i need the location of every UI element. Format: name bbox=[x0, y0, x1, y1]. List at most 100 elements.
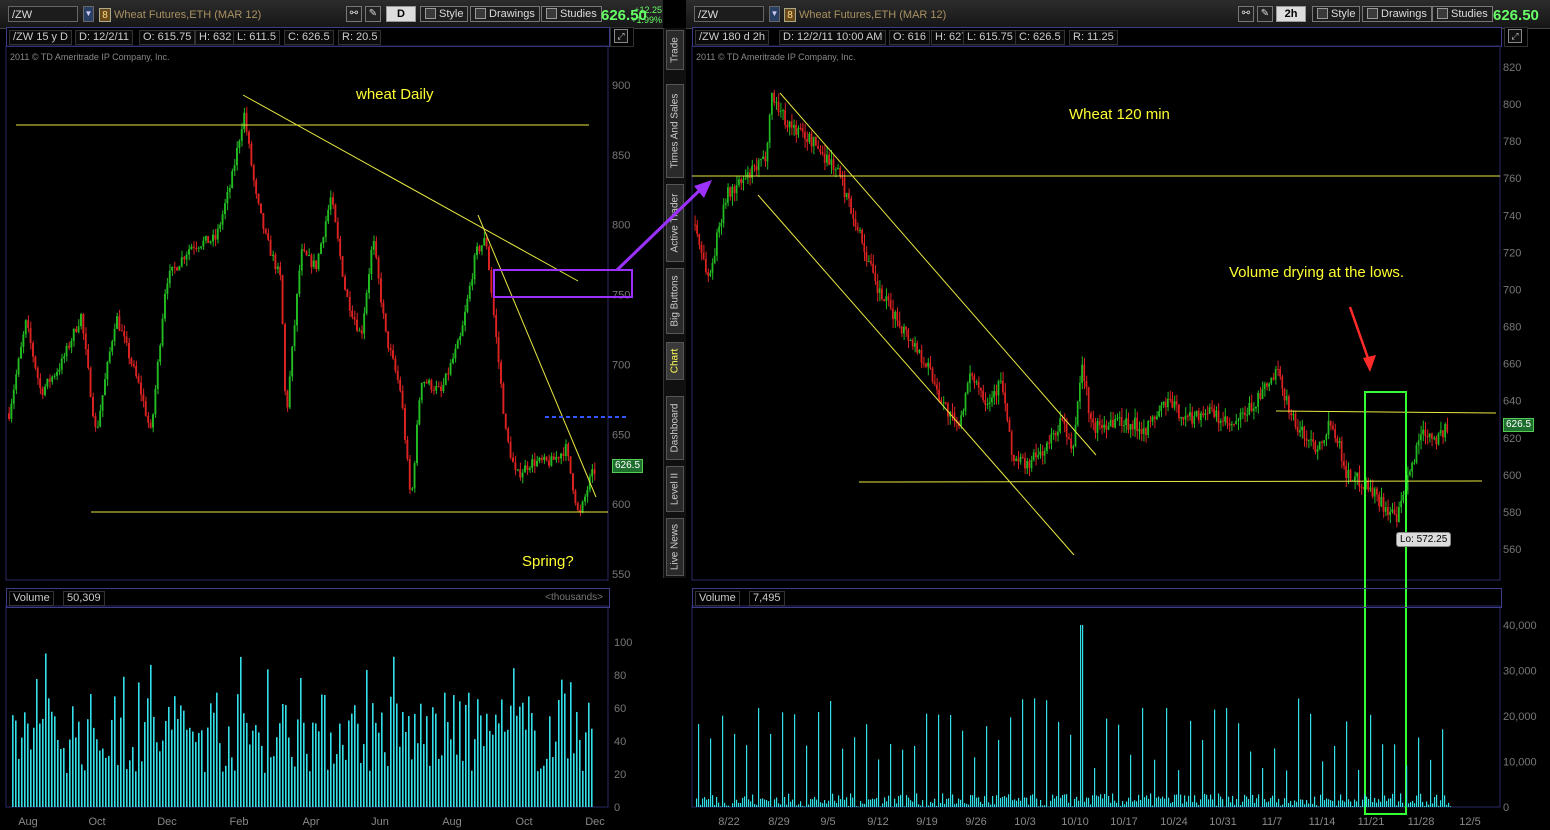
right-candle-body bbox=[1184, 415, 1187, 420]
left-volume-bar bbox=[348, 720, 350, 807]
right-candle-body bbox=[1160, 405, 1163, 412]
left-candle-body bbox=[300, 249, 303, 271]
right-candle-body bbox=[1191, 412, 1193, 424]
tab-times-and-sales[interactable]: Times And Sales bbox=[666, 84, 684, 178]
right-candle-body bbox=[1336, 438, 1339, 444]
left-candle-body bbox=[200, 246, 202, 248]
red-arrow-head bbox=[1363, 355, 1376, 372]
tab-chart[interactable]: Chart bbox=[666, 342, 684, 380]
right-candle-body bbox=[966, 383, 969, 394]
right-volume-bar bbox=[1250, 751, 1252, 807]
right-volume-bar bbox=[1300, 799, 1302, 807]
right-volume-bar bbox=[1052, 794, 1054, 807]
right-candle-body bbox=[839, 167, 841, 177]
right-volume-bar bbox=[1218, 793, 1220, 807]
left-volume-bar bbox=[135, 771, 137, 807]
left-candle-body bbox=[104, 379, 106, 396]
left-volume-bar bbox=[69, 739, 71, 807]
left-price-chart[interactable]: 900850800750700650600550Aug Oct Dec Feb Apr J… bbox=[0, 0, 663, 830]
left-volume-bar bbox=[273, 756, 275, 807]
left-volume-bar bbox=[48, 698, 50, 807]
left-volume-bar bbox=[45, 653, 47, 807]
right-price-chart[interactable]: 820 800 780 760 740 720 700 680 660 640 620 600 580 5… bbox=[686, 0, 1550, 830]
left-candle-body bbox=[466, 298, 469, 312]
left-candle-body bbox=[149, 422, 152, 428]
left-candle-body bbox=[224, 203, 226, 215]
left-volume-bar bbox=[537, 771, 539, 807]
right-candle-body bbox=[1149, 420, 1152, 422]
tab-dashboard[interactable]: Dashboard bbox=[666, 396, 684, 460]
right-volume-bar bbox=[756, 804, 758, 807]
right-volume-bar bbox=[1396, 805, 1398, 807]
right-candle-body bbox=[1076, 401, 1079, 425]
tab-big-buttons[interactable]: Big Buttons bbox=[666, 268, 684, 334]
right-volume-bar bbox=[1088, 797, 1090, 807]
right-candle-body bbox=[1017, 458, 1020, 462]
tab-live-news[interactable]: Live News bbox=[666, 518, 684, 576]
right-candle-body bbox=[733, 186, 736, 194]
left-candle-body bbox=[459, 336, 462, 341]
left-volume-bar bbox=[444, 692, 446, 807]
right-volume-bar bbox=[922, 800, 924, 807]
left-candle-body bbox=[377, 257, 380, 279]
right-candle-body bbox=[1138, 429, 1141, 432]
right-candle-body bbox=[1252, 408, 1255, 412]
right-volume-bar bbox=[1328, 799, 1330, 807]
right-volume-bar bbox=[780, 804, 782, 807]
left-candle-body bbox=[118, 316, 121, 331]
right-candle-body bbox=[764, 156, 767, 162]
left-candle-body bbox=[22, 334, 25, 347]
left-volume-bar bbox=[120, 717, 122, 807]
left-volume-bar bbox=[588, 702, 590, 807]
right-candle-body bbox=[861, 229, 863, 243]
right-volume-bar bbox=[1278, 798, 1280, 807]
left-volume-bar bbox=[123, 676, 125, 807]
right-candle-body bbox=[929, 362, 932, 369]
right-candle-body bbox=[810, 133, 813, 147]
right-candle-body bbox=[1030, 459, 1033, 469]
right-volume-bar bbox=[1092, 795, 1094, 807]
left-volume-bar bbox=[153, 716, 155, 807]
right-candle-body bbox=[799, 127, 802, 129]
left-volume-bar bbox=[459, 701, 461, 807]
tab-level-ii[interactable]: Level II bbox=[666, 466, 684, 512]
right-candle-body bbox=[1215, 410, 1218, 417]
right-volume-bar bbox=[1150, 793, 1152, 807]
left-candle-body bbox=[171, 266, 174, 271]
left-candle-body bbox=[248, 131, 250, 144]
right-candle-body bbox=[931, 368, 934, 382]
right-volume-bar bbox=[908, 797, 910, 807]
left-candle-body bbox=[238, 140, 241, 148]
left-volume-bar bbox=[81, 764, 83, 807]
right-volume-bar bbox=[1238, 723, 1240, 807]
right-volume-bar bbox=[1438, 805, 1440, 807]
right-candle-body bbox=[843, 177, 846, 198]
right-volume-bar bbox=[1054, 798, 1056, 807]
left-volume-bar bbox=[138, 682, 140, 807]
right-candle-body bbox=[709, 272, 712, 276]
right-candle-body bbox=[918, 350, 921, 353]
left-candle-body bbox=[516, 469, 519, 471]
left-volume-bar bbox=[483, 746, 485, 807]
right-candle-body bbox=[768, 114, 771, 143]
right-volume-header: Volume 7,495 bbox=[692, 588, 1502, 608]
right-candle-body bbox=[1343, 461, 1345, 466]
right-volume-bar bbox=[1346, 721, 1348, 807]
right-candle-body bbox=[1354, 476, 1356, 481]
right-y-tick-label: 720 bbox=[1503, 247, 1521, 259]
right-candle-body bbox=[1283, 388, 1286, 401]
tab-trade[interactable]: Trade bbox=[666, 30, 684, 70]
right-candle-body bbox=[907, 329, 910, 341]
left-volume-bar bbox=[270, 757, 272, 807]
left-volume-bar bbox=[321, 694, 323, 807]
right-candle-body bbox=[942, 402, 945, 404]
left-volume-bar bbox=[66, 772, 68, 807]
left-candle-body bbox=[214, 234, 217, 240]
right-candle-body bbox=[795, 124, 797, 135]
right-candle-body bbox=[788, 121, 791, 128]
right-volume-bar bbox=[1280, 805, 1282, 807]
tab-active-trader[interactable]: Active Trader bbox=[666, 184, 684, 262]
right-candle-body bbox=[1321, 442, 1323, 444]
left-volume-bar bbox=[171, 729, 173, 807]
left-y-tick-label: 750 bbox=[612, 290, 630, 302]
